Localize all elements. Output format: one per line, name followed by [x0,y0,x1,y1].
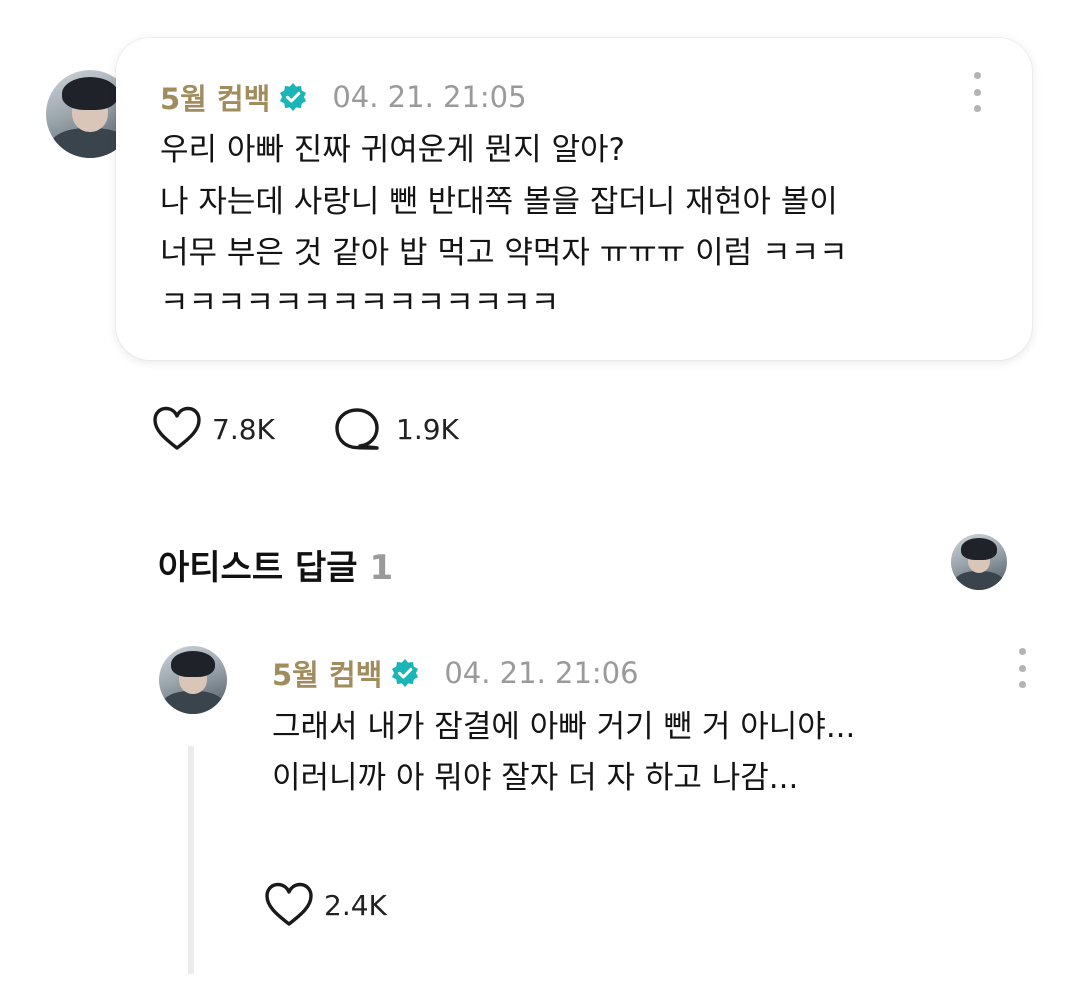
post-timestamp: 04. 21. 21:05 [332,80,527,114]
post-comment-count: 1.9K [396,412,459,446]
thread-line [188,746,194,974]
heart-icon [265,882,313,926]
heart-icon [153,406,201,450]
reply-timestamp: 04. 21. 21:06 [444,656,639,690]
reply-text-line: 이러니까 아 뭐야 잘자 더 자 하고 나감... [272,760,799,796]
section-artist-avatar[interactable] [951,534,1007,590]
section-header: 아티스트 답글 1 [158,540,393,589]
reply-author-name[interactable]: 5월 컴백 [272,652,382,694]
section-count: 1 [369,548,394,588]
post-text-line: 너무 부은 것 같아 밥 먹고 약먹자 ㅠㅠㅠ 이럼 ㅋㅋㅋ [160,235,848,271]
verified-badge-icon [280,83,307,111]
reply-author-avatar[interactable] [159,646,227,714]
verified-badge-icon [392,659,419,687]
comment-bubble-icon [335,408,379,450]
reply-header: 5월 컴백 04. 21. 21:06 [272,652,639,694]
post-text-line: 우리 아빠 진짜 귀여운게 뭔지 알아? [160,132,626,168]
post-like-button[interactable]: 7.8K [152,406,275,452]
post-header: 5월 컴백 04. 21. 21:05 [160,76,527,118]
section-title: 아티스트 답글 [158,548,358,588]
post-text-line: 나 자는데 사랑니 뺀 반대쪽 볼을 잡더니 재현아 볼이 [160,184,838,220]
post-author-name[interactable]: 5월 컴백 [160,76,270,118]
reply-text-line: 그래서 내가 잠결에 아빠 거기 뺀 거 아니야... [272,709,856,745]
post-more-button[interactable] [970,72,984,112]
reply-more-button[interactable] [1015,648,1029,688]
post-text-line: ㅋㅋㅋㅋㅋㅋㅋㅋㅋㅋㅋㅋㅋㅋ [160,285,560,321]
post-comment-button[interactable]: 1.9K [334,407,459,451]
post-like-count: 7.8K [212,412,275,446]
avatar-hair [61,77,119,111]
more-vertical-icon [973,72,981,79]
reply-like-button[interactable]: 2.4K [264,882,387,928]
reply-like-count: 2.4K [324,888,387,922]
more-vertical-icon [1018,648,1026,655]
